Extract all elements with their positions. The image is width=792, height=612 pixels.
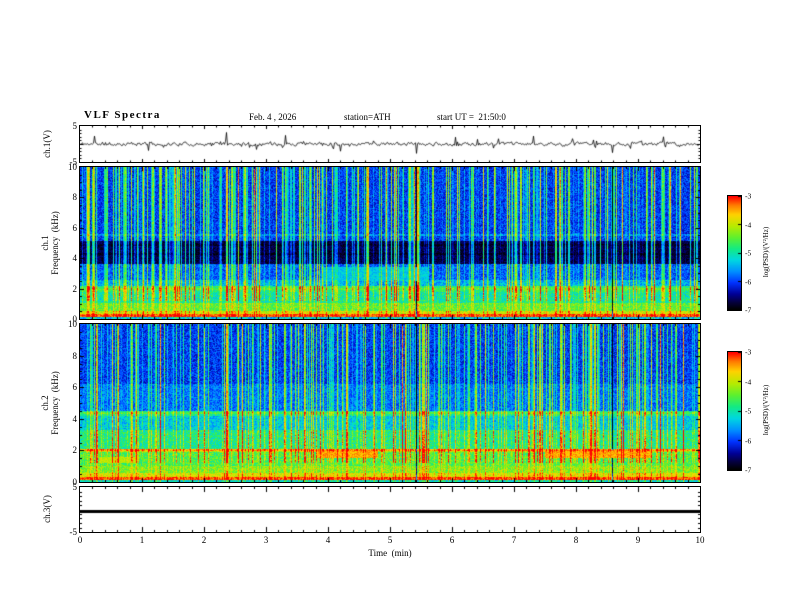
tick-label: 8: [72, 192, 78, 203]
colorbar-ch2-title: log(PSD)/(V²/Hz): [762, 384, 770, 436]
colorbar-ch2: [727, 351, 742, 471]
tick-label: -5: [745, 406, 752, 416]
ch2-channel-label: ch.2: [40, 395, 50, 411]
tick-label: 8: [72, 350, 78, 361]
tick-label: -3: [745, 347, 752, 357]
ch2-frequency-axis-label: ch.2 Frequency (kHz): [40, 371, 60, 434]
tick-label: 6: [72, 222, 78, 233]
tick-label: 4: [72, 253, 78, 264]
tick-label: -5: [745, 248, 752, 258]
tick-label: 4: [72, 413, 78, 424]
tick-label: -3: [745, 191, 752, 201]
tick-label: 8: [573, 535, 579, 545]
ch1-voltage-axis-label: ch.1(V): [42, 130, 52, 158]
ch3-voltage-canvas: [80, 487, 700, 532]
tick-label: -7: [745, 465, 752, 475]
tick-label: 6: [449, 535, 455, 545]
station-label: station=ATH: [344, 112, 391, 122]
ch1-frequency-axis-label: ch.1 Frequency (kHz): [40, 211, 60, 274]
ch2-spectrogram-panel: [79, 323, 701, 483]
tick-label: 3: [263, 535, 269, 545]
tick-label: -6: [745, 436, 752, 445]
tick-label: 6: [72, 382, 78, 393]
tick-label: -4: [745, 377, 752, 386]
tick-label: 10: [695, 535, 705, 545]
tick-label: 5: [387, 535, 393, 545]
tick-label: 5: [72, 482, 78, 492]
ch3-voltage-panel: [79, 486, 701, 533]
colorbar-ch2-canvas: [728, 352, 741, 470]
tick-label: 10: [68, 162, 77, 172]
tick-label: -7: [745, 305, 752, 315]
tick-label: 1: [139, 535, 145, 545]
ch2-spectrogram-canvas: [80, 324, 700, 482]
ch1-voltage-canvas: [80, 126, 700, 162]
colorbar-ch1: [727, 195, 742, 311]
colorbar-ch1-title: log(PSD)/(V²/Hz): [762, 226, 770, 278]
date-label: Feb. 4 , 2026: [249, 112, 297, 122]
tick-label: 9: [635, 535, 641, 545]
tick-label: -5: [69, 527, 78, 537]
tick-label: 2: [72, 283, 78, 294]
tick-label: 10: [68, 319, 77, 329]
ch2-frequency-units-label: Frequency (kHz): [50, 371, 60, 435]
vlf-spectra-figure: VLF Spectra Feb. 4 , 2026 station=ATH st…: [0, 0, 792, 612]
ch1-channel-label: ch.1: [40, 235, 50, 251]
x-axis-title: Time (min): [368, 548, 412, 558]
figure-title: VLF Spectra: [84, 109, 161, 121]
tick-label: -6: [745, 277, 752, 286]
tick-label: 0: [77, 535, 83, 545]
tick-label: 7: [511, 535, 517, 545]
start-ut-label: start UT = 21:50:0: [437, 112, 506, 122]
ch1-voltage-panel: [79, 125, 701, 163]
ch1-spectrogram-canvas: [80, 167, 700, 319]
ch1-spectrogram-panel: [79, 166, 701, 320]
ch3-voltage-axis-label: ch.3(V): [42, 495, 52, 523]
ch1-frequency-units-label: Frequency (kHz): [50, 211, 60, 275]
colorbar-ch1-canvas: [728, 196, 741, 310]
tick-label: 5: [72, 121, 78, 131]
tick-label: 4: [325, 535, 331, 545]
tick-label: 2: [72, 445, 78, 456]
tick-label: 2: [201, 535, 207, 545]
tick-label: -4: [745, 220, 752, 229]
